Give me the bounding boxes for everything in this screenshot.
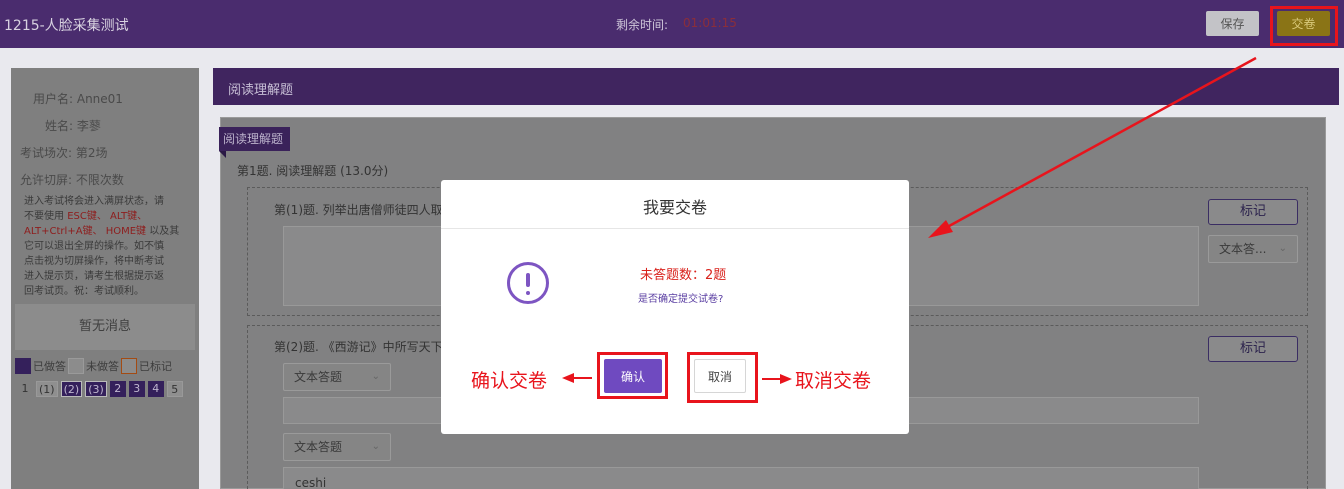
chevron-down-icon: ⌄	[371, 371, 380, 382]
legend-marked: 已标记	[139, 360, 172, 373]
submit-confirm-dialog: 我要交卷 未答题数：2题 是否确定提交试卷? 确认 取消	[441, 180, 909, 434]
answer-type-value: 文本答...	[1219, 242, 1267, 256]
session-label: 考试场次: 第2场	[20, 146, 108, 160]
section-tag: 阅读理解题	[219, 127, 290, 151]
answer-type-select-3[interactable]: 文本答题 ⌄	[283, 433, 391, 461]
name-label: 姓名: 李蓼	[45, 119, 101, 133]
nav-question[interactable]: 5	[166, 381, 183, 397]
username-label: 用户名: Anne01	[33, 92, 123, 106]
notice-line: ALT+Ctrl+A键、 HOME键 以及其	[24, 226, 180, 237]
answer-legend: 已做答 未做答 已标记	[15, 358, 172, 374]
answer-type-select-1[interactable]: 文本答... ⌄	[1208, 235, 1298, 263]
question-nav: 1 (1) (2) (3) 2 3 4 5	[17, 381, 183, 397]
section-title: 阅读理解题	[228, 83, 294, 98]
nav-question[interactable]: 1	[17, 381, 33, 397]
mark-button-2[interactable]: 标记	[1208, 336, 1298, 362]
section-tag-fold	[219, 151, 226, 158]
exam-notice: 进入考试将会进入满屏状态，请 不要使用 ESC键、 ALT键、 ALT+Ctrl…	[24, 194, 194, 299]
message-box: 暂无消息	[15, 304, 195, 350]
confirm-button[interactable]: 确认	[604, 359, 662, 393]
unanswered-count: 未答题数：2题	[640, 268, 727, 283]
chevron-down-icon: ⌄	[371, 441, 380, 452]
dialog-title: 我要交卷	[642, 198, 707, 217]
notice-line: 不要使用 ESC键、 ALT键、	[24, 211, 148, 222]
notice-line: 进入考试将会进入满屏状态，请	[24, 196, 164, 207]
top-bar: 1215-人脸采集测试 剩余时间: 01:01:15 保存 交卷	[0, 0, 1344, 48]
nav-question[interactable]: 2	[109, 381, 126, 397]
notice-line: 点击视为切屏操作，将中断考试	[24, 256, 164, 267]
sub-question-2-text: 第(2)题. 《西游记》中所写天下	[274, 340, 443, 354]
nav-question[interactable]: (2)	[60, 381, 83, 397]
question-heading: 第1题. 阅读理解题 (13.0分)	[237, 164, 389, 178]
answer-text-value: ceshi	[295, 476, 327, 489]
notice-line: 回考试页。祝：考试顺利。	[24, 286, 144, 297]
nav-question[interactable]: 4	[147, 381, 164, 397]
sub-question-1-text: 第(1)题. 列举出唐僧师徒四人取	[274, 203, 443, 217]
sidebar: 用户名: Anne01 姓名: 李蓼 考试场次: 第2场 允许切屏: 不限次数 …	[11, 68, 199, 489]
nav-question[interactable]: (3)	[85, 381, 107, 397]
cancel-button[interactable]: 取消	[694, 359, 746, 393]
answer-type-select-2[interactable]: 文本答题 ⌄	[283, 363, 391, 391]
legend-undone: 未做答	[86, 360, 119, 373]
submit-highlight-frame	[1270, 6, 1338, 46]
save-button[interactable]: 保存	[1206, 11, 1259, 36]
notice-line: 进入提示页，请考生根据提示返	[24, 271, 164, 282]
exam-title: 1215-人脸采集测试	[4, 18, 129, 34]
dialog-divider	[441, 228, 909, 229]
notice-line: 它可以退出全屏的操作。如不慎	[24, 241, 164, 252]
exclamation-icon	[507, 262, 549, 304]
nav-question[interactable]: 3	[128, 381, 145, 397]
switch-limit-label: 允许切屏: 不限次数	[20, 173, 124, 187]
marked-swatch	[121, 358, 137, 374]
timer-value: 01:01:15	[683, 16, 737, 30]
timer-label: 剩余时间:	[616, 18, 669, 32]
answer-type-value: 文本答题	[294, 440, 343, 454]
answer-input-2b[interactable]	[283, 467, 1199, 489]
mark-button-1[interactable]: 标记	[1208, 199, 1298, 225]
confirm-question: 是否确定提交试卷?	[638, 294, 724, 305]
undone-swatch	[68, 358, 84, 374]
cancel-annotation: 取消交卷	[795, 370, 872, 392]
legend-done: 已做答	[33, 360, 66, 373]
confirm-annotation: 确认交卷	[471, 370, 548, 392]
section-header: 阅读理解题	[213, 68, 1339, 105]
chevron-down-icon: ⌄	[1278, 243, 1287, 254]
answer-type-value: 文本答题	[294, 370, 343, 384]
nav-question[interactable]: (1)	[36, 381, 58, 397]
done-swatch	[15, 358, 31, 374]
